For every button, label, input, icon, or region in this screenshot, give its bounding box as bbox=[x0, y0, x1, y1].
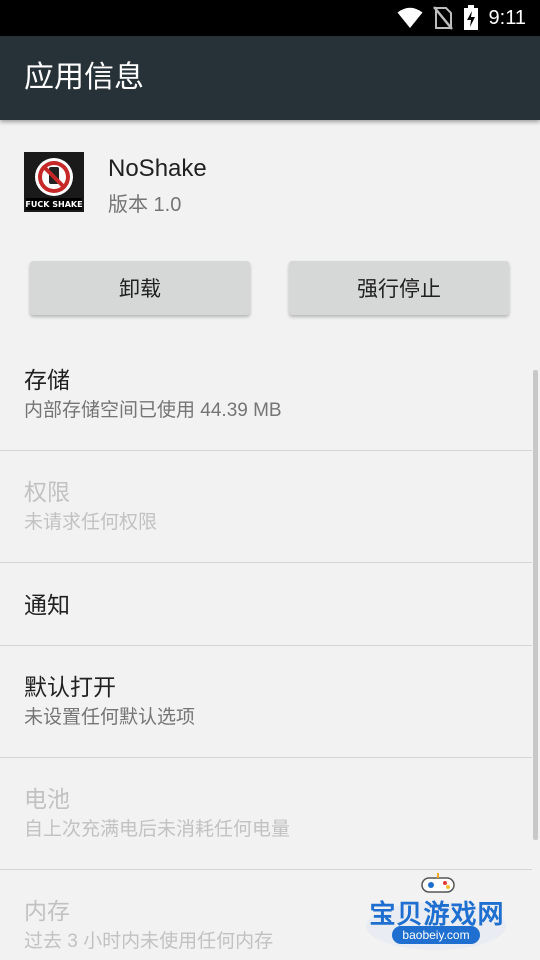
uninstall-button[interactable]: 卸载 bbox=[30, 261, 250, 315]
divider bbox=[0, 645, 532, 646]
wifi-icon bbox=[397, 7, 423, 29]
row-notifications[interactable]: 通知 bbox=[0, 590, 540, 620]
row-battery-label: 电池 bbox=[24, 786, 70, 812]
row-storage-sub: 内部存储空间已使用 44.39 MB bbox=[24, 400, 282, 421]
scrollbar[interactable] bbox=[533, 370, 538, 840]
app-bar: 应用信息 bbox=[0, 36, 540, 120]
divider bbox=[0, 562, 532, 563]
row-permissions-sub: 未请求任何权限 bbox=[24, 512, 158, 533]
row-storage[interactable]: 存储 内部存储空间已使用 44.39 MB bbox=[0, 365, 540, 424]
app-name: NoShake bbox=[108, 155, 207, 182]
app-version: 版本 1.0 bbox=[108, 194, 182, 216]
watermark-url: baobeiy.com bbox=[392, 926, 480, 944]
row-open-by-default-label: 默认打开 bbox=[24, 674, 116, 700]
row-battery[interactable]: 电池 自上次充满电后未消耗任何电量 bbox=[0, 784, 540, 843]
row-permissions[interactable]: 权限 未请求任何权限 bbox=[0, 477, 540, 536]
app-header: FUCK SHAKE NoShake 版本 1.0 bbox=[0, 120, 540, 250]
no-sim-icon bbox=[432, 6, 453, 30]
force-stop-button[interactable]: 强行停止 bbox=[289, 261, 509, 315]
divider bbox=[0, 757, 532, 758]
status-bar: 9:11 bbox=[0, 0, 540, 36]
battery-charging-icon bbox=[463, 5, 479, 31]
row-permissions-label: 权限 bbox=[24, 479, 70, 505]
row-open-by-default[interactable]: 默认打开 未设置任何默认选项 bbox=[0, 672, 540, 731]
app-info-content: FUCK SHAKE NoShake 版本 1.0 卸载 强行停止 存储 内部存… bbox=[0, 120, 540, 960]
row-storage-label: 存储 bbox=[24, 367, 70, 393]
status-time: 9:11 bbox=[488, 6, 526, 29]
row-battery-sub: 自上次充满电后未消耗任何电量 bbox=[24, 819, 291, 840]
row-open-by-default-sub: 未设置任何默认选项 bbox=[24, 707, 196, 728]
divider bbox=[0, 869, 532, 870]
row-notifications-label: 通知 bbox=[24, 592, 70, 618]
watermark-logo: 宝贝游戏网 baobeiy.com bbox=[362, 872, 510, 952]
page-title: 应用信息 bbox=[24, 61, 144, 94]
divider bbox=[0, 450, 532, 451]
app-icon: FUCK SHAKE bbox=[24, 152, 84, 212]
app-icon-text: FUCK SHAKE bbox=[25, 200, 82, 209]
